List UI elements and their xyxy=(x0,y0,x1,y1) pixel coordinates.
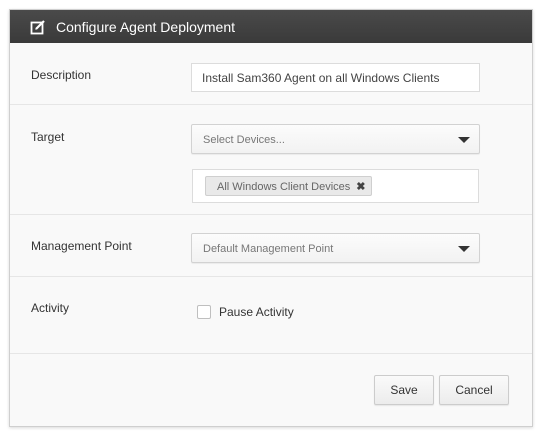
target-label: Target xyxy=(31,130,65,144)
cancel-button[interactable]: Cancel xyxy=(439,375,509,405)
activity-row: Activity Pause Activity xyxy=(10,277,532,354)
target-select[interactable]: Select Devices... xyxy=(191,124,480,154)
chevron-down-icon[interactable] xyxy=(458,137,470,143)
configure-agent-deployment-dialog: Configure Agent Deployment Description I… xyxy=(9,9,533,427)
management-point-row: Management Point Default Management Poin… xyxy=(10,215,532,277)
description-row: Description Install Sam360 Agent on all … xyxy=(10,43,532,105)
pause-activity-checkbox[interactable] xyxy=(197,305,211,319)
close-icon[interactable]: ✖ xyxy=(356,181,365,193)
target-row: Target Select Devices... All Windows Cli… xyxy=(10,105,532,215)
management-point-selected: Default Management Point xyxy=(203,243,334,255)
target-tag: All Windows Client Devices ✖ xyxy=(205,176,373,196)
dialog-titlebar: Configure Agent Deployment xyxy=(10,10,532,43)
management-point-label: Management Point xyxy=(31,239,132,253)
dialog-title: Configure Agent Deployment xyxy=(56,19,235,35)
pause-activity-label[interactable]: Pause Activity xyxy=(219,305,294,319)
management-point-select[interactable]: Default Management Point xyxy=(191,233,480,263)
activity-label: Activity xyxy=(31,301,70,315)
target-tag-label: All Windows Client Devices xyxy=(217,181,351,193)
chevron-down-icon[interactable] xyxy=(458,246,470,252)
description-label: Description xyxy=(31,68,92,82)
target-select-placeholder: Select Devices... xyxy=(203,134,285,146)
target-tag-box[interactable]: All Windows Client Devices ✖ xyxy=(192,169,479,203)
description-input[interactable]: Install Sam360 Agent on all Windows Clie… xyxy=(191,63,480,92)
save-button[interactable]: Save xyxy=(374,375,434,405)
edit-icon xyxy=(30,19,46,35)
